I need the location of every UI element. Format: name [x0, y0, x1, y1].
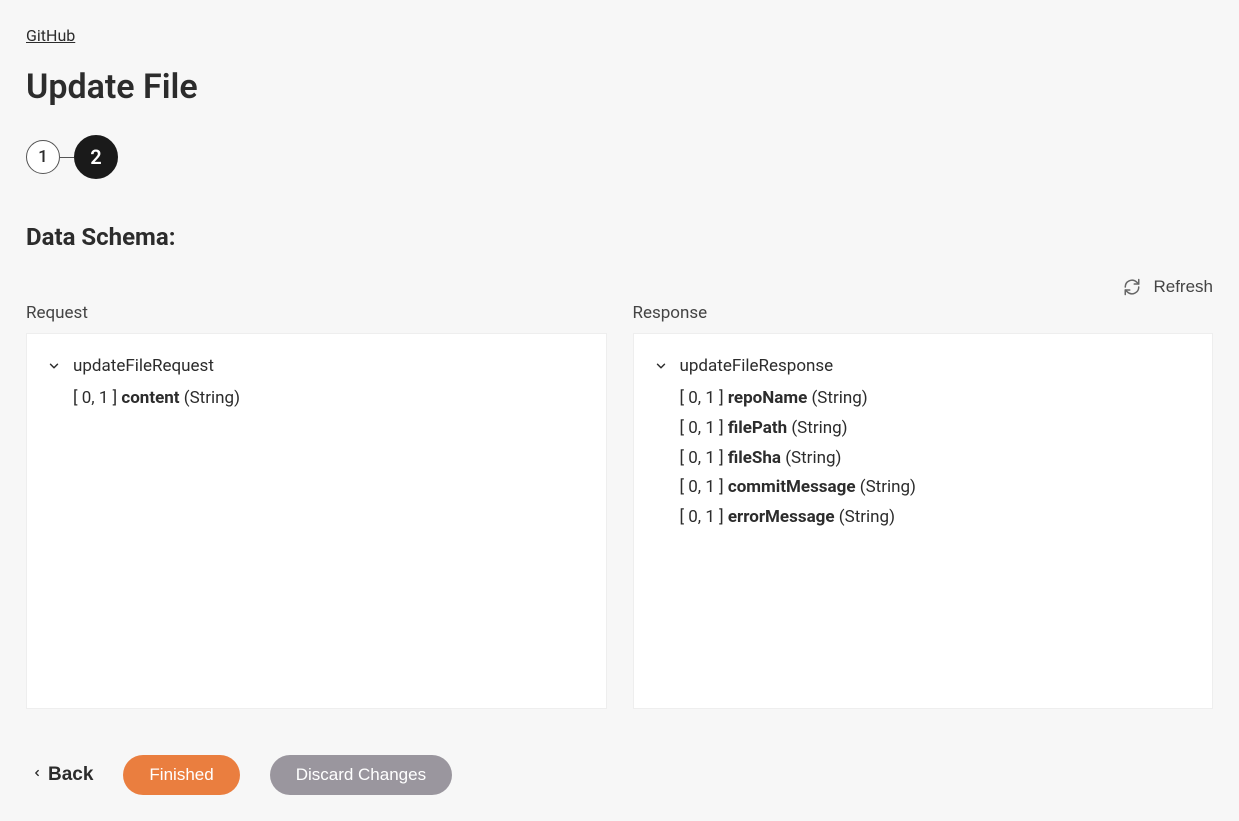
field-type: (String) — [785, 448, 841, 468]
response-root-name: updateFileResponse — [680, 356, 834, 376]
step-2[interactable]: 2 — [74, 135, 118, 179]
step-connector — [60, 157, 74, 158]
field-type: (String) — [860, 477, 916, 497]
discard-changes-button[interactable]: Discard Changes — [270, 755, 452, 795]
request-root-name: updateFileRequest — [73, 356, 214, 376]
refresh-button[interactable]: Refresh — [1123, 273, 1213, 301]
footer-actions: Back Finished Discard Changes — [26, 755, 1213, 795]
field-type: (String) — [839, 507, 895, 527]
field-cardinality: [ 0, 1 ] — [680, 448, 724, 468]
request-panel-label: Request — [26, 303, 607, 323]
finished-button[interactable]: Finished — [123, 755, 239, 795]
schema-field: [ 0, 1 ] filePath (String) — [680, 414, 1193, 444]
request-schema-root[interactable]: updateFileRequest — [47, 356, 586, 376]
response-fields: [ 0, 1 ] repoName (String)[ 0, 1 ] fileP… — [654, 384, 1193, 533]
step-1[interactable]: 1 — [26, 140, 60, 174]
field-type: (String) — [811, 388, 867, 408]
request-fields: [ 0, 1 ] content (String) — [47, 384, 586, 414]
response-schema-root[interactable]: updateFileResponse — [654, 356, 1193, 376]
stepper: 1 2 — [26, 135, 1213, 179]
schema-field: [ 0, 1 ] repoName (String) — [680, 384, 1193, 414]
field-name: errorMessage — [728, 507, 835, 527]
breadcrumb-link-github[interactable]: GitHub — [26, 26, 75, 45]
chevron-down-icon — [47, 359, 61, 373]
chevron-down-icon — [654, 359, 668, 373]
field-name: commitMessage — [728, 477, 856, 497]
refresh-label: Refresh — [1153, 277, 1213, 297]
refresh-icon — [1123, 278, 1141, 296]
field-cardinality: [ 0, 1 ] — [680, 477, 724, 497]
field-type: (String) — [791, 418, 847, 438]
schema-field: [ 0, 1 ] commitMessage (String) — [680, 473, 1193, 503]
field-name: content — [121, 388, 179, 408]
page-title: Update File — [26, 67, 1213, 107]
field-cardinality: [ 0, 1 ] — [73, 388, 117, 408]
field-cardinality: [ 0, 1 ] — [680, 418, 724, 438]
response-panel: updateFileResponse [ 0, 1 ] repoName (St… — [633, 333, 1214, 709]
field-type: (String) — [184, 388, 240, 408]
request-panel: updateFileRequest [ 0, 1 ] content (Stri… — [26, 333, 607, 709]
back-button[interactable]: Back — [32, 764, 93, 786]
field-name: fileSha — [728, 448, 781, 468]
chevron-left-icon — [32, 764, 42, 786]
response-panel-label: Response — [633, 303, 1214, 323]
field-cardinality: [ 0, 1 ] — [680, 388, 724, 408]
field-name: repoName — [728, 388, 807, 408]
field-name: filePath — [728, 418, 787, 438]
schema-field: [ 0, 1 ] fileSha (String) — [680, 444, 1193, 474]
field-cardinality: [ 0, 1 ] — [680, 507, 724, 527]
section-title-data-schema: Data Schema: — [26, 223, 1213, 251]
schema-field: [ 0, 1 ] content (String) — [73, 384, 586, 414]
back-label: Back — [48, 764, 93, 786]
schema-field: [ 0, 1 ] errorMessage (String) — [680, 503, 1193, 533]
